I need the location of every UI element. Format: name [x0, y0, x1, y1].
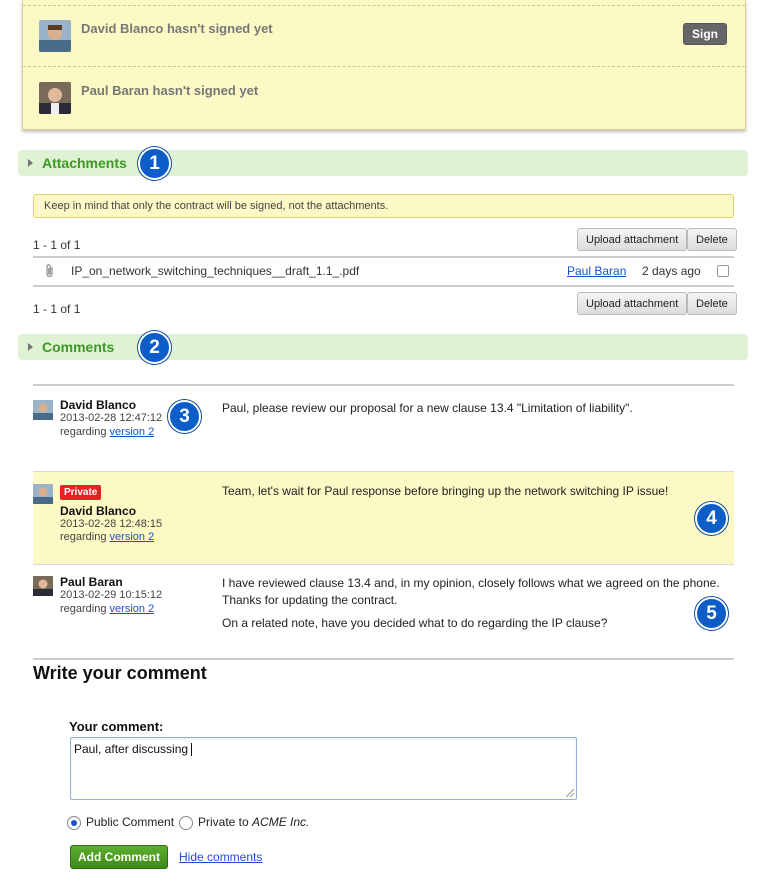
comment-date: 2013-02-29 10:15:12	[60, 589, 163, 601]
avatar	[33, 400, 53, 420]
delete-button[interactable]: Delete	[687, 292, 737, 315]
comment-item-private: Private David Blanco 2013-02-28 12:48:15…	[33, 472, 734, 564]
attachments-title: Attachments	[42, 155, 127, 171]
callout-badge: 4	[695, 502, 728, 535]
signer-status: Paul Baran hasn't signed yet	[81, 83, 259, 98]
private-comment-label[interactable]: Private to ACME Inc.	[198, 815, 309, 829]
signer-status: David Blanco hasn't signed yet	[81, 21, 273, 36]
comment-regarding: regarding version 2	[60, 426, 155, 438]
private-comment-radio[interactable]	[179, 816, 193, 830]
pager-top: 1 - 1 of 1	[33, 238, 81, 252]
divider	[33, 256, 734, 258]
add-comment-button[interactable]: Add Comment	[70, 845, 168, 869]
comment-author: Paul Baran	[60, 575, 123, 589]
callout-badge: 1	[138, 147, 171, 180]
signers-panel: David Blanco hasn't signed yet Sign Paul…	[22, 0, 746, 130]
file-age: 2 days ago	[642, 264, 701, 278]
public-comment-radio[interactable]	[67, 816, 81, 830]
comment-text-line: Thanks for updating the contract.	[222, 593, 398, 607]
upload-attachment-button[interactable]: Upload attachment	[577, 228, 688, 251]
comment-textarea-value: Paul, after discussing	[74, 742, 189, 756]
upload-attachment-button[interactable]: Upload attachment	[577, 292, 688, 315]
version-link[interactable]: version 2	[110, 531, 155, 543]
callout-badge: 2	[138, 331, 171, 364]
callout-badge: 3	[168, 400, 201, 433]
private-badge: Private	[60, 485, 102, 500]
file-row: IP_on_network_switching_techniques__draf…	[33, 260, 734, 284]
hide-comments-link[interactable]: Hide comments	[179, 850, 262, 864]
comment-item: David Blanco 2013-02-28 12:47:12 regardi…	[33, 386, 734, 470]
comment-item: Paul Baran 2013-02-29 10:15:12 regarding…	[33, 565, 734, 655]
file-checkbox[interactable]	[717, 265, 729, 277]
comment-text: Paul, please review our proposal for a n…	[222, 401, 633, 415]
text-caret	[191, 743, 193, 757]
expand-triangle-icon	[28, 343, 33, 351]
comment-text-line: I have reviewed clause 13.4 and, in my o…	[222, 576, 720, 590]
comment-regarding: regarding version 2	[60, 531, 155, 543]
private-org-name: ACME Inc.	[252, 815, 310, 829]
write-comment-title: Write your comment	[33, 663, 207, 683]
comments-header[interactable]: Comments	[18, 334, 748, 360]
divider	[33, 285, 734, 287]
paperclip-icon	[45, 264, 55, 281]
public-comment-label[interactable]: Public Comment	[86, 815, 174, 829]
comment-textarea[interactable]: Paul, after discussing	[70, 737, 577, 800]
avatar	[33, 484, 53, 504]
callout-badge: 5	[695, 597, 728, 630]
signer-row: David Blanco hasn't signed yet Sign	[23, 5, 745, 67]
comment-regarding: regarding version 2	[60, 603, 155, 615]
avatar	[33, 576, 53, 596]
attachments-header[interactable]: Attachments	[18, 150, 748, 176]
version-link[interactable]: version 2	[110, 426, 155, 438]
sign-button[interactable]: Sign	[683, 23, 727, 45]
comment-text: Team, let's wait for Paul response befor…	[222, 484, 669, 498]
comment-date: 2013-02-28 12:48:15	[60, 518, 163, 530]
comment-author: David Blanco	[60, 398, 137, 412]
file-name[interactable]: IP_on_network_switching_techniques__draf…	[71, 264, 359, 278]
resize-handle-icon[interactable]	[566, 789, 574, 797]
avatar	[39, 82, 71, 114]
comment-label: Your comment:	[69, 719, 164, 734]
comments-title: Comments	[42, 339, 115, 355]
attachments-notice: Keep in mind that only the contract will…	[33, 194, 734, 218]
version-link[interactable]: version 2	[110, 603, 155, 615]
comment-author: David Blanco	[60, 504, 137, 518]
delete-button[interactable]: Delete	[687, 228, 737, 251]
avatar	[39, 20, 71, 52]
comment-date: 2013-02-28 12:47:12	[60, 412, 163, 424]
signer-row: Paul Baran hasn't signed yet	[23, 67, 745, 129]
divider	[33, 658, 734, 660]
expand-triangle-icon	[28, 159, 33, 167]
pager-bottom: 1 - 1 of 1	[33, 302, 81, 316]
comment-text-line: On a related note, have you decided what…	[222, 616, 608, 630]
file-owner-link[interactable]: Paul Baran	[567, 264, 626, 278]
